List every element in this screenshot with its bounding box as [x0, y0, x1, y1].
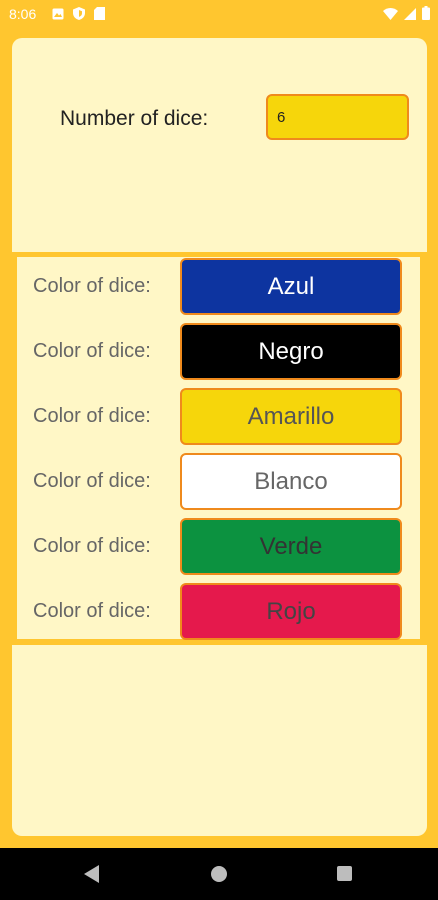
navigation-bar	[0, 848, 438, 900]
back-icon[interactable]	[84, 865, 99, 883]
status-system-icons	[383, 6, 430, 25]
color-of-dice-label-6: Color of dice:	[33, 600, 151, 622]
bottom-panel	[12, 645, 427, 836]
color-of-dice-label-5: Color of dice:	[33, 535, 151, 557]
dice-color-button-negro[interactable]: Negro	[180, 323, 402, 380]
number-of-dice-input[interactable]	[266, 94, 409, 140]
wifi-icon	[383, 7, 398, 25]
dice-color-button-blanco[interactable]: Blanco	[180, 453, 402, 510]
number-of-dice-label: Number of dice:	[60, 107, 209, 130]
recent-apps-icon[interactable]	[337, 866, 352, 881]
dice-color-button-verde[interactable]: Verde	[180, 518, 402, 575]
status-notification-icons	[52, 7, 105, 25]
dice-count-panel	[12, 38, 427, 252]
status-time: 8:06	[9, 6, 37, 22]
shield-icon	[73, 7, 85, 25]
battery-icon	[422, 6, 430, 25]
color-of-dice-label-4: Color of dice:	[33, 470, 151, 492]
image-icon	[52, 7, 64, 25]
home-icon[interactable]	[211, 866, 227, 882]
dice-color-button-rojo[interactable]: Rojo	[180, 583, 402, 640]
sd-card-icon	[94, 7, 105, 25]
color-of-dice-label-2: Color of dice:	[33, 340, 151, 362]
color-of-dice-label-3: Color of dice:	[33, 405, 151, 427]
color-of-dice-label-1: Color of dice:	[33, 275, 151, 297]
dice-color-button-amarillo[interactable]: Amarillo	[180, 388, 402, 445]
signal-icon	[404, 7, 416, 25]
status-bar: 8:06	[0, 0, 438, 30]
dice-color-button-azul[interactable]: Azul	[180, 258, 402, 315]
